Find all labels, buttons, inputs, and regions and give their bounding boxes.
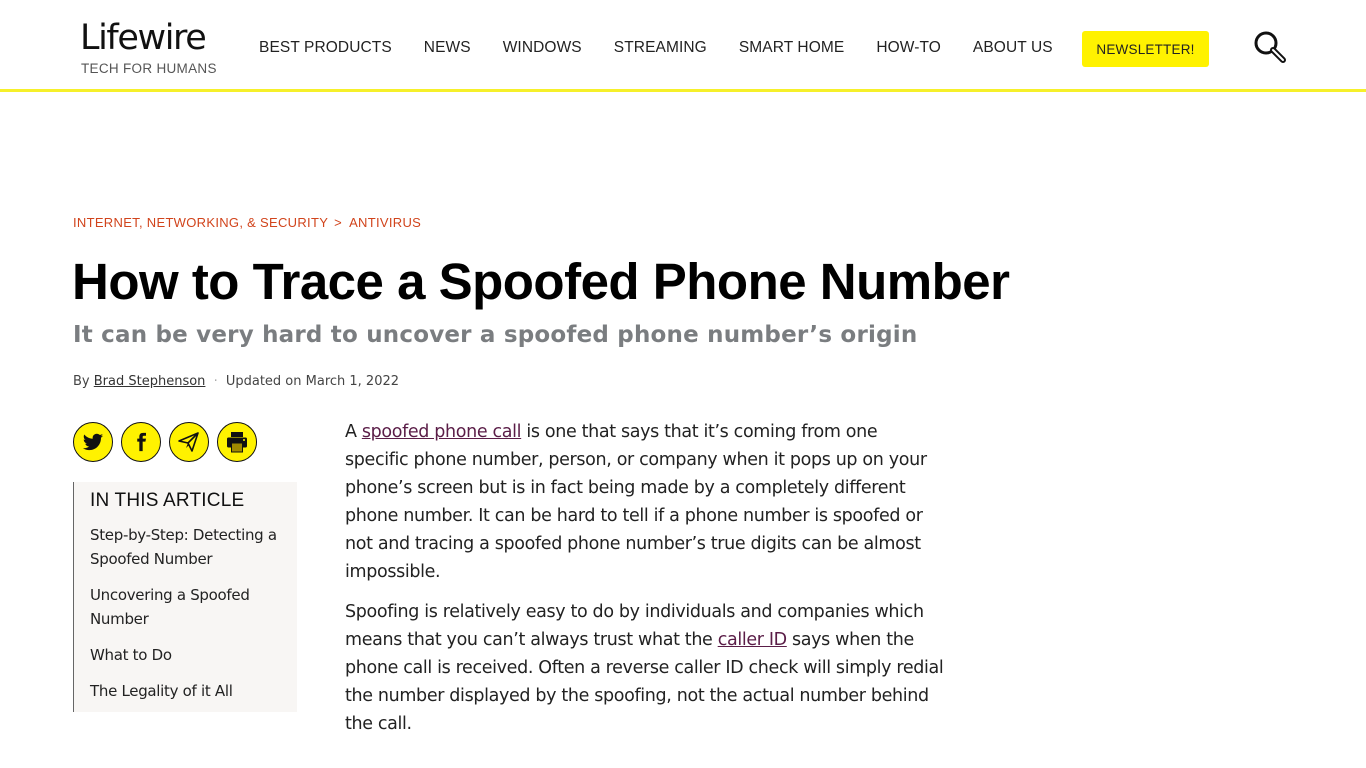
article-body: A spoofed phone call is one that says th… — [345, 418, 945, 750]
newsletter-button[interactable]: NEWSLETTER! — [1082, 31, 1209, 67]
updated-date: Updated on March 1, 2022 — [225, 374, 400, 389]
author-link[interactable]: Brad Stephenson — [94, 374, 206, 389]
toc-title: IN THIS ARTICLE — [90, 490, 245, 511]
table-of-contents: IN THIS ARTICLE Step-by-Step: Detecting … — [73, 482, 297, 712]
site-header: Lifewire TECH FOR HUMANS BEST PRODUCTS N… — [0, 0, 1366, 92]
paragraph-text: A — [345, 422, 362, 442]
paragraph-text: is one that says that it’s coming from o… — [345, 422, 927, 582]
share-email-button[interactable] — [169, 422, 209, 462]
print-icon — [227, 432, 247, 453]
byline: By Brad Stephenson · Updated on March 1,… — [73, 374, 399, 389]
byline-separator: · — [213, 374, 218, 389]
toc-item-uncovering[interactable]: Uncovering a Spoofed Number — [90, 583, 285, 631]
nav-about-us[interactable]: ABOUT US — [973, 39, 1053, 57]
email-share-icon — [178, 432, 199, 452]
nav-how-to[interactable]: HOW-TO — [876, 39, 941, 57]
nav-smart-home[interactable]: SMART HOME — [739, 39, 845, 57]
site-logo[interactable]: Lifewire TECH FOR HUMANS — [80, 18, 217, 76]
logo-wordmark[interactable]: Lifewire — [80, 18, 217, 58]
logo-tagline: TECH FOR HUMANS — [81, 61, 217, 76]
spoofed-phone-call-link[interactable]: spoofed phone call — [362, 422, 522, 442]
breadcrumb: INTERNET, NETWORKING, & SECURITY > ANTIV… — [73, 215, 421, 230]
nav-best-products[interactable]: BEST PRODUCTS — [259, 39, 392, 57]
toc-item-what-to-do[interactable]: What to Do — [90, 643, 285, 667]
nav-news[interactable]: NEWS — [424, 39, 471, 57]
twitter-icon — [82, 433, 104, 451]
toc-item-step-by-step[interactable]: Step-by-Step: Detecting a Spoofed Number — [90, 523, 285, 571]
breadcrumb-item-antivirus[interactable]: ANTIVIRUS — [349, 215, 421, 230]
search-button[interactable] — [1252, 30, 1288, 64]
nav-streaming[interactable]: STREAMING — [614, 39, 707, 57]
page-subtitle: It can be very hard to uncover a spoofed… — [73, 322, 918, 348]
print-button[interactable] — [217, 422, 257, 462]
breadcrumb-separator: > — [334, 215, 343, 230]
nav-windows[interactable]: WINDOWS — [503, 39, 582, 57]
search-icon — [1254, 31, 1286, 63]
facebook-icon — [137, 432, 146, 452]
toc-item-legality[interactable]: The Legality of it All — [90, 679, 285, 703]
page-title: How to Trace a Spoofed Phone Number — [72, 253, 1010, 310]
paragraph: A spoofed phone call is one that says th… — [345, 418, 945, 586]
paragraph: Spoofing is relatively easy to do by ind… — [345, 598, 945, 738]
main-nav: BEST PRODUCTS NEWS WINDOWS STREAMING SMA… — [259, 39, 1085, 57]
breadcrumb-item-internet-networking-security[interactable]: INTERNET, NETWORKING, & SECURITY — [73, 215, 328, 230]
share-twitter-button[interactable] — [73, 422, 113, 462]
share-facebook-button[interactable] — [121, 422, 161, 462]
byline-by: By — [73, 374, 90, 389]
caller-id-link[interactable]: caller ID — [718, 630, 787, 650]
social-share-bar — [73, 422, 265, 462]
